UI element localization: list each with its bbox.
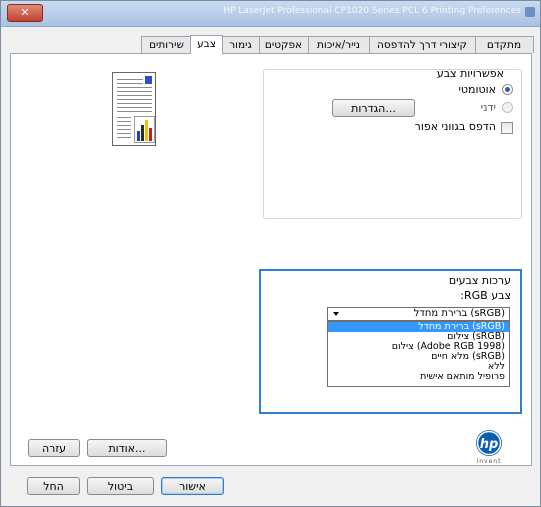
printing-preferences-dialog: ✕ HP LaserJet Professional CP1020 Series… — [0, 0, 541, 507]
preview-line — [117, 79, 143, 80]
preview-line — [117, 137, 131, 138]
rgb-color-select[interactable]: ברירת מחדל (sRGB) — [327, 307, 510, 321]
rgb-option[interactable]: פרופיל מותאם אישית — [328, 372, 509, 382]
preview-line — [117, 129, 131, 130]
preview-line — [117, 111, 152, 112]
about-button[interactable]: אודות... — [87, 439, 167, 457]
auto-radio[interactable] — [502, 84, 513, 95]
window-title: HP LaserJet Professional CP1020 Series P… — [223, 6, 521, 16]
manual-radio[interactable] — [502, 102, 513, 113]
preview-line — [117, 133, 131, 134]
preview-line — [117, 117, 131, 118]
grayscale-checkbox[interactable] — [501, 122, 513, 134]
settings-button[interactable]: הגדרות... — [332, 99, 415, 117]
auto-label: אוטומטי — [458, 83, 496, 96]
preview-line — [117, 95, 152, 96]
rgb-option[interactable]: מלא חיים (sRGB) — [328, 352, 509, 362]
tab-finishing[interactable]: גימור — [221, 36, 260, 53]
svg-text:invent: invent — [477, 458, 502, 465]
hp-logo-icon: hp invent — [476, 430, 502, 465]
preview-logo-block — [145, 76, 152, 84]
tab-paper-quality[interactable]: נייר/איכות — [307, 36, 370, 53]
preview-line — [117, 99, 152, 100]
tab-effects[interactable]: אפקטים — [258, 36, 309, 53]
close-button[interactable]: ✕ — [7, 4, 43, 22]
preview-line — [117, 121, 131, 122]
preview-line — [117, 87, 152, 88]
preview-bar-chart — [134, 116, 155, 143]
tab-printing-shortcuts[interactable]: קיצורי דרך להדפסה — [368, 36, 476, 53]
grayscale-label: הדפס בגווני אפור — [414, 120, 496, 133]
cancel-button[interactable]: ביטול — [87, 477, 154, 495]
close-icon: ✕ — [20, 6, 30, 19]
printer-app-icon — [525, 7, 535, 17]
ok-button[interactable]: אישור — [161, 477, 224, 495]
svg-text:hp: hp — [480, 437, 499, 452]
tab-color[interactable]: צבע — [190, 35, 223, 54]
manual-label: ידני — [480, 101, 496, 114]
help-button[interactable]: עזרה — [28, 439, 80, 457]
tab-services[interactable]: שירותים — [141, 36, 192, 53]
title-bar[interactable]: ✕ HP LaserJet Professional CP1020 Series… — [1, 1, 540, 27]
preview-line — [117, 125, 131, 126]
rgb-select-value: ברירת מחדל (sRGB) — [413, 308, 505, 319]
page-preview — [112, 72, 156, 146]
hp-logo: hp invent — [460, 429, 518, 465]
preview-line — [117, 103, 152, 104]
preview-line — [117, 83, 143, 84]
preview-line — [117, 91, 152, 92]
apply-button[interactable]: החל — [27, 477, 80, 495]
color-themes-heading: ערכות צבעים — [448, 274, 511, 287]
color-options-heading: אפשרויות צבע — [436, 67, 504, 80]
rgb-dropdown-list: ברירת מחדל (sRGB) צילום (sRGB) צילום (Ad… — [327, 321, 510, 387]
preview-line — [117, 107, 152, 108]
tab-strip: מתקדם קיצורי דרך להדפסה נייר/איכות אפקטי… — [1, 35, 540, 54]
chevron-down-icon — [333, 312, 339, 316]
rgb-color-label: צבע RGB: — [460, 289, 511, 302]
tab-advanced[interactable]: מתקדם — [474, 36, 534, 53]
